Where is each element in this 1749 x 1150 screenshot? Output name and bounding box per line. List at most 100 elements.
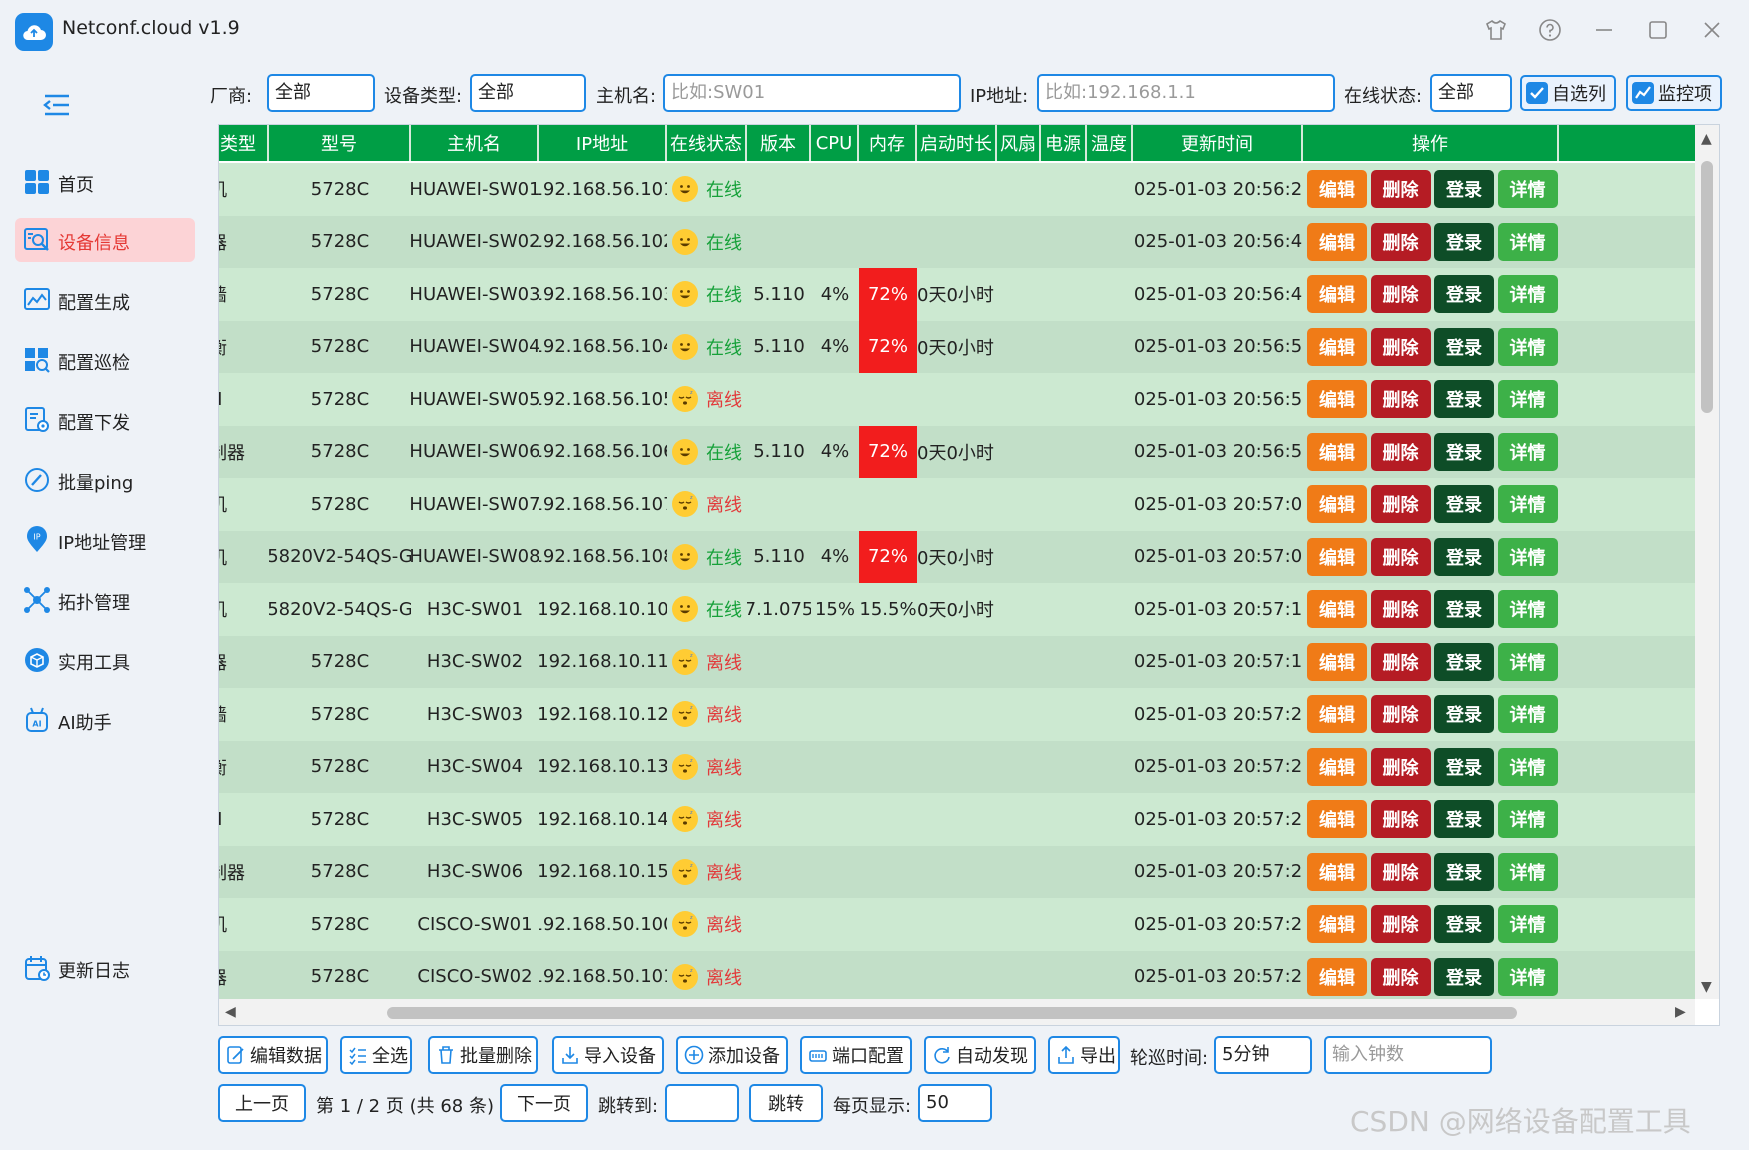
delete-button[interactable]: 删除 (1370, 222, 1431, 261)
close-icon[interactable] (1696, 14, 1728, 46)
delete-button[interactable]: 删除 (1370, 747, 1431, 786)
sidebar-item-6[interactable]: IP IP地址管理 (15, 518, 195, 562)
header-col-cpu[interactable]: CPU (811, 125, 859, 161)
detail-button[interactable]: 详情 (1497, 800, 1558, 838)
login-button[interactable]: 登录 (1434, 170, 1494, 208)
table-row[interactable]: 机 5728C HUAWEI-SW07192.168.56.107 z 离线 2025-0… (219, 478, 1695, 531)
auto-discover-button[interactable]: 自动发现 (924, 1036, 1036, 1074)
detail-button[interactable]: 详情 (1497, 275, 1558, 313)
edit-button[interactable]: 编辑 (1307, 800, 1367, 838)
login-button[interactable]: 登录 (1434, 642, 1494, 681)
sidebar-item-1[interactable]: 设备信息 (15, 218, 195, 262)
sidebar-item-2[interactable]: 配置生成 (15, 278, 195, 322)
table-row[interactable]: 器 5728C HUAWEI-SW02192.168.56.102 在线 2025-01… (219, 215, 1695, 268)
detail-button[interactable]: 详情 (1497, 747, 1558, 786)
login-button[interactable]: 登录 (1434, 380, 1494, 418)
delete-button[interactable]: 删除 (1370, 852, 1431, 891)
login-button[interactable]: 登录 (1434, 590, 1494, 628)
table-row[interactable]: 机S5820V2-54QS-GEHUAWEI-SW08192.168.56.10… (219, 530, 1695, 583)
table-row[interactable]: N 5728C HUAWEI-SW05192.168.56.105 z 离线 2025-0… (219, 373, 1695, 426)
detail-button[interactable]: 详情 (1497, 222, 1558, 261)
delete-button[interactable]: 删除 (1370, 800, 1431, 838)
import-devices-button[interactable]: 导入设备 (552, 1036, 664, 1074)
table-row[interactable]: 制器 5728C HUAWEI-SW06192.168.56.106 在线 5.110 4… (219, 425, 1695, 478)
detail-button[interactable]: 详情 (1497, 380, 1558, 418)
poll-time-select[interactable]: 5分钟 (1214, 1036, 1312, 1074)
edit-button[interactable]: 编辑 (1307, 695, 1367, 733)
table-row[interactable]: 墙 5728C HUAWEI-SW03192.168.56.103 在线 5.110 4%… (219, 268, 1695, 321)
export-button[interactable]: 导出 (1048, 1036, 1120, 1074)
delete-button[interactable]: 删除 (1370, 905, 1431, 943)
next-page-button[interactable]: 下一页 (500, 1084, 588, 1122)
table-row[interactable]: N 5728C H3C-SW05 192.168.10.14 z 离线 2025-01-03… (219, 793, 1695, 846)
delete-button[interactable]: 删除 (1370, 590, 1431, 628)
table-row[interactable]: 衡 5728C HUAWEI-SW04192.168.56.104 在线 5.110 4%… (219, 320, 1695, 373)
help-icon[interactable] (1534, 14, 1566, 46)
table-row[interactable]: 制器 5728C H3C-SW06 192.168.10.15 z 离线 2025-01-0… (219, 845, 1695, 898)
delete-button[interactable]: 删除 (1370, 432, 1431, 471)
table-row[interactable]: 机 5728C CISCO-SW01 192.168.50.100 z 离线 2025-01… (219, 898, 1695, 951)
header-col-power[interactable]: 电源 (1041, 125, 1087, 161)
sidebar-item-5[interactable]: 批量ping (15, 458, 195, 502)
delete-button[interactable]: 删除 (1370, 170, 1431, 208)
table-row[interactable]: 墙 5728C H3C-SW03 192.168.10.12 z 离线 2025-01-03… (219, 688, 1695, 741)
sidebar-item-4[interactable]: 配置下发 (15, 398, 195, 442)
hostname-input[interactable]: 比如:SW01 (663, 74, 961, 112)
prev-page-button[interactable]: 上一页 (218, 1084, 306, 1122)
sidebar-item-0[interactable]: 首页 (15, 160, 195, 204)
edit-button[interactable]: 编辑 (1307, 432, 1367, 471)
edit-button[interactable]: 编辑 (1307, 642, 1367, 681)
vendor-select[interactable]: 全部 (267, 74, 375, 112)
scroll-down-icon[interactable]: ▼ (1701, 979, 1712, 995)
header-col-status[interactable]: 在线状态 (667, 125, 747, 161)
login-button[interactable]: 登录 (1434, 905, 1494, 943)
delete-button[interactable]: 删除 (1370, 695, 1431, 733)
header-col-version[interactable]: 版本 (747, 125, 811, 161)
header-col-actions[interactable]: 操作 (1303, 125, 1559, 161)
login-button[interactable]: 登录 (1434, 747, 1494, 786)
login-button[interactable]: 登录 (1434, 432, 1494, 471)
edit-button[interactable]: 编辑 (1307, 905, 1367, 943)
edit-button[interactable]: 编辑 (1307, 380, 1367, 418)
skin-shirt-icon[interactable] (1480, 14, 1512, 46)
jump-button[interactable]: 跳转 (749, 1084, 823, 1122)
delete-button[interactable]: 删除 (1370, 327, 1431, 366)
custom-columns-button[interactable]: 自选列 (1520, 75, 1616, 111)
ip-input[interactable]: 比如:192.168.1.1 (1037, 74, 1335, 112)
login-button[interactable]: 登录 (1434, 485, 1494, 523)
login-button[interactable]: 登录 (1434, 222, 1494, 261)
detail-button[interactable]: 详情 (1497, 327, 1558, 366)
detail-button[interactable]: 详情 (1497, 642, 1558, 681)
delete-button[interactable]: 删除 (1370, 957, 1431, 996)
detail-button[interactable]: 详情 (1497, 485, 1558, 523)
header-col-fan[interactable]: 风扇 (997, 125, 1041, 161)
sidebar-item-3[interactable]: 配置巡检 (15, 338, 195, 382)
header-col-hostname[interactable]: 主机名 (411, 125, 539, 161)
vertical-scroll-thumb[interactable] (1701, 161, 1713, 413)
edit-button[interactable]: 编辑 (1307, 327, 1367, 366)
login-button[interactable]: 登录 (1434, 327, 1494, 366)
edit-button[interactable]: 编辑 (1307, 852, 1367, 891)
scroll-up-icon[interactable]: ▲ (1701, 131, 1712, 147)
edit-button[interactable]: 编辑 (1307, 747, 1367, 786)
edit-button[interactable]: 编辑 (1307, 275, 1367, 313)
scroll-right-icon[interactable]: ▶ (1675, 1004, 1686, 1020)
header-col-uptime[interactable]: 启动时长 (917, 125, 997, 161)
table-row[interactable]: 机 5728C HUAWEI-SW01192.168.56.101 在线 2025-01… (219, 163, 1695, 216)
detail-button[interactable]: 详情 (1497, 590, 1558, 628)
header-col-type[interactable]: 类型 (219, 125, 269, 161)
detail-button[interactable]: 详情 (1497, 537, 1558, 576)
delete-button[interactable]: 删除 (1370, 380, 1431, 418)
select-all-button[interactable]: 全选 (340, 1036, 412, 1074)
delete-button[interactable]: 删除 (1370, 485, 1431, 523)
login-button[interactable]: 登录 (1434, 852, 1494, 891)
header-col-updated[interactable]: 更新时间 (1133, 125, 1303, 161)
login-button[interactable]: 登录 (1434, 957, 1494, 996)
table-row[interactable]: 机S5820V2-54QS-GE H3C-SW01 192.168.10.10 在线7… (219, 583, 1695, 636)
monitor-items-button[interactable]: 监控项 (1626, 75, 1722, 111)
edit-button[interactable]: 编辑 (1307, 957, 1367, 996)
sidebar-item-8[interactable]: 实用工具 (15, 638, 195, 682)
maximize-icon[interactable] (1642, 14, 1674, 46)
sidebar-item-9[interactable]: AI AI助手 (15, 698, 195, 742)
edit-button[interactable]: 编辑 (1307, 537, 1367, 576)
